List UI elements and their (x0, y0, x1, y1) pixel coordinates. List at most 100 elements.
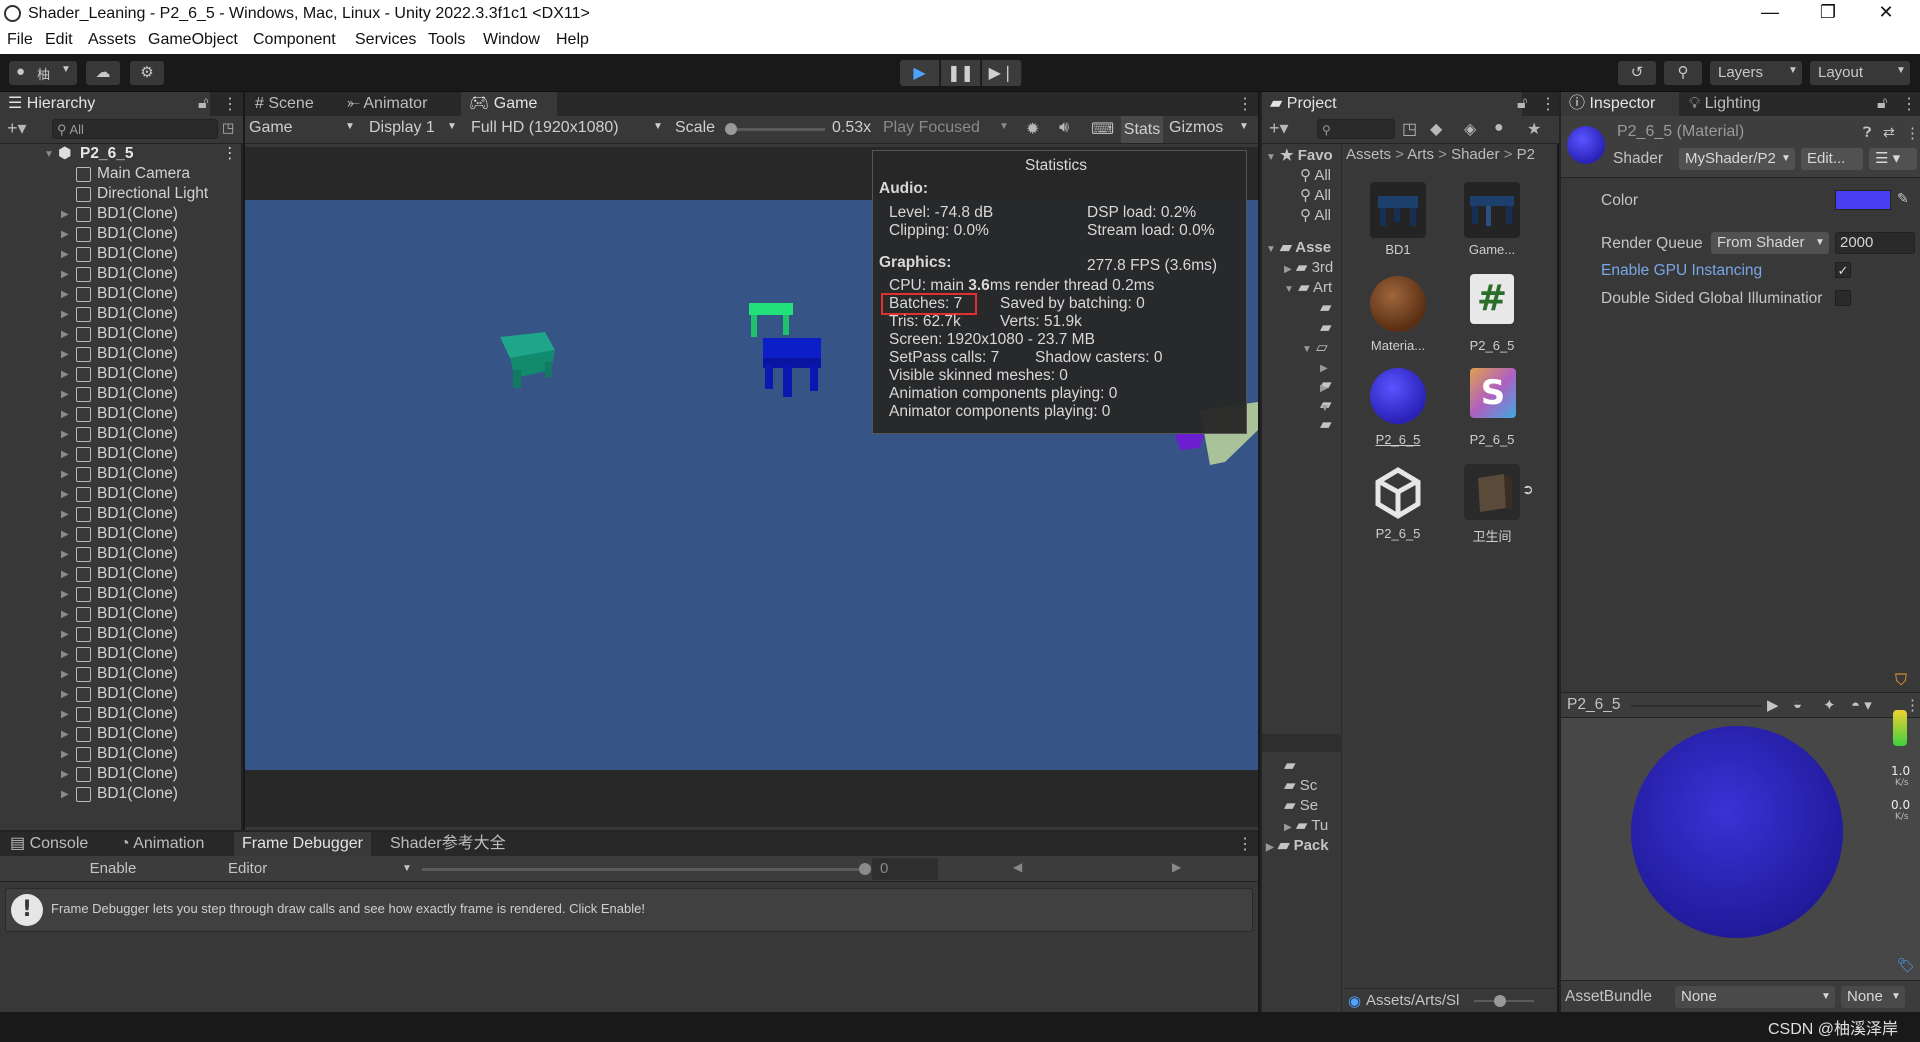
tree-scrollbar[interactable] (1262, 734, 1342, 752)
bug-icon[interactable]: ✹ (1026, 119, 1039, 139)
add-icon[interactable]: +▾ (1269, 118, 1289, 139)
menu-tools[interactable]: Tools (428, 31, 465, 49)
gizmos-button[interactable]: Gizmos (1169, 119, 1223, 137)
chevron-down-icon[interactable]: ▼ (1239, 121, 1249, 132)
expand-arrow-icon[interactable]: ▶ (61, 205, 69, 225)
render-queue-dropdown[interactable]: From Shader ▼ (1711, 232, 1829, 254)
expand-arrow-icon[interactable]: ▶ (61, 425, 69, 445)
expand-arrow-icon[interactable]: ▶ (61, 325, 69, 345)
material-preview[interactable]: 1.0 K/s 0.0 K/s 🏷︎ (1561, 710, 1920, 980)
expand-arrow-icon[interactable]: ▶ (61, 765, 69, 785)
game-view-dropdown[interactable]: Game ▼ (249, 119, 361, 137)
editor-dropdown[interactable]: Editor ▼ (228, 857, 416, 881)
play-focused-dropdown[interactable]: Play Focused ▼ (883, 119, 1013, 137)
help-icon[interactable]: ❓︎ (1863, 124, 1871, 141)
tab-hierarchy[interactable]: ☰ Hierarchy (0, 92, 210, 116)
folder-icon[interactable]: ▰ (1320, 318, 1332, 336)
expand-arrow-icon[interactable]: ▶ (61, 605, 69, 625)
icon-size-slider[interactable] (1474, 995, 1534, 1007)
shader-dropdown[interactable]: MyShader/P2 ▼ (1679, 148, 1795, 170)
material-thumbnail[interactable] (1370, 276, 1426, 332)
prefab-thumbnail[interactable] (1464, 182, 1520, 238)
tab-lighting[interactable]: 💡︎ Lighting (1681, 92, 1769, 116)
resolution-dropdown[interactable]: Full HD (1920x1080) ▼ (471, 119, 667, 137)
tree-item[interactable]: ▼ ▰ Art (1284, 278, 1332, 296)
list-item[interactable]: ▶ BD1(Clone) (0, 224, 243, 244)
scene-row[interactable]: ▼ ⬢ P2_6_5 ⋮ (0, 144, 243, 164)
lock-icon[interactable]: 🔓︎ (1517, 95, 1527, 113)
scale-slider-handle[interactable] (725, 123, 737, 135)
display-dropdown[interactable]: Display 1 ▼ (369, 119, 459, 137)
tree-item[interactable]: ▰ Sc (1284, 776, 1317, 794)
csharp-script-icon[interactable]: # (1470, 274, 1514, 324)
list-item[interactable]: ▶ BD1(Clone) (0, 284, 243, 304)
double-sided-gi-checkbox[interactable] (1835, 290, 1851, 306)
folder-icon[interactable]: ▼ ▱ (1302, 338, 1328, 356)
more-menu-icon[interactable]: ⋮ (1905, 696, 1920, 714)
list-item[interactable]: ▶ BD1(Clone) (0, 304, 243, 324)
scene-visibility-icon[interactable]: ◳ (222, 120, 234, 136)
menu-edit[interactable]: Edit (45, 31, 73, 49)
step-button[interactable]: ▶❘ (982, 60, 1022, 86)
label-icon[interactable]: ◈ (1464, 119, 1476, 139)
hierarchy-search-input[interactable]: ⚲ All (52, 119, 218, 139)
menu-gameobject[interactable]: GameObject (148, 31, 238, 49)
tree-item[interactable]: ▰ Se (1284, 796, 1318, 814)
search-scope-icon[interactable]: ◳ (1402, 119, 1417, 139)
eyedropper-icon[interactable]: ✎ (1897, 190, 1909, 207)
next-frame-icon[interactable]: ▶ (1172, 860, 1181, 874)
model-thumbnail[interactable] (1464, 464, 1520, 520)
more-menu-icon[interactable]: ⋮ (222, 94, 238, 114)
keyboard-icon[interactable]: ⌨ (1091, 119, 1114, 139)
expand-arrow-icon[interactable]: ▶ (61, 665, 69, 685)
list-item[interactable]: ▶ BD1(Clone) (0, 624, 243, 644)
enable-button[interactable]: Enable (2, 857, 224, 881)
tab-scene[interactable]: # Scene (247, 92, 322, 116)
close-button[interactable]: ✕ (1866, 2, 1906, 23)
layers-dropdown[interactable]: Layers ▼ (1710, 61, 1802, 85)
collab-button[interactable]: ⚙ (130, 61, 164, 85)
previous-frame-icon[interactable]: ◀ (1013, 860, 1022, 874)
expand-arrow-icon[interactable]: ▶ (61, 705, 69, 725)
assetbundle-dropdown[interactable]: None ▼ (1675, 986, 1835, 1008)
list-item[interactable]: ▶ BD1(Clone) (0, 484, 243, 504)
list-item[interactable]: ▶ BD1(Clone) (0, 404, 243, 424)
light-icon[interactable]: ✦ (1823, 696, 1836, 714)
list-item[interactable]: ▶ BD1(Clone) (0, 744, 243, 764)
unity-scene-icon[interactable] (1370, 464, 1426, 520)
color-field[interactable] (1835, 190, 1891, 210)
list-item[interactable]: ▶ BD1(Clone) (0, 524, 243, 544)
prefab-thumbnail[interactable] (1370, 182, 1426, 238)
shader-options-button[interactable]: ☰ ▾ (1869, 148, 1917, 170)
list-item[interactable]: Directional Light (0, 184, 243, 204)
scale-slider[interactable] (725, 123, 825, 135)
list-item[interactable]: ▶ BD1(Clone) (0, 784, 243, 804)
folder-icon[interactable]: ▼ ▰ (1320, 398, 1341, 433)
pause-button[interactable]: ❚❚ (941, 60, 981, 86)
layout-dropdown[interactable]: Layout ▼ (1810, 61, 1910, 85)
list-item[interactable]: ▶ BD1(Clone) (0, 664, 243, 684)
expand-arrow-icon[interactable]: ▶ (61, 625, 69, 645)
tab-frame-debugger[interactable]: Frame Debugger (234, 832, 371, 856)
tree-item[interactable]: ▶ ▰ 3rd (1284, 258, 1333, 276)
list-item[interactable]: ▶ BD1(Clone) (0, 264, 243, 284)
expand-arrow-icon[interactable]: ▶ (61, 465, 69, 485)
list-item[interactable]: Main Camera (0, 164, 243, 184)
folder-icon[interactable]: ▰ (1320, 298, 1332, 316)
list-item[interactable]: ▶ BD1(Clone) (0, 564, 243, 584)
filter-type-icon[interactable]: ◆ (1430, 119, 1442, 139)
list-item[interactable]: ▶ BD1(Clone) (0, 244, 243, 264)
tab-animator[interactable]: ⤜ Animator (339, 92, 435, 116)
preview-drag-handle[interactable] (1631, 705, 1761, 707)
expand-arrow-icon[interactable]: ▶ (61, 265, 69, 285)
play-button[interactable]: ▶ (900, 60, 940, 86)
expand-arrow-icon[interactable]: ▶ (61, 245, 69, 265)
list-item[interactable]: ▶ BD1(Clone) (0, 464, 243, 484)
minimize-button[interactable]: — (1750, 2, 1790, 23)
material-thumbnail[interactable] (1370, 368, 1426, 424)
lock-icon[interactable]: 🔓︎ (198, 95, 208, 113)
tree-assets[interactable]: ▼ ▰ Asse (1266, 238, 1331, 256)
more-menu-icon[interactable]: ⋮ (1901, 94, 1917, 114)
expand-arrow-icon[interactable]: ▶ (61, 585, 69, 605)
expand-arrow-icon[interactable]: ▶ (61, 485, 69, 505)
